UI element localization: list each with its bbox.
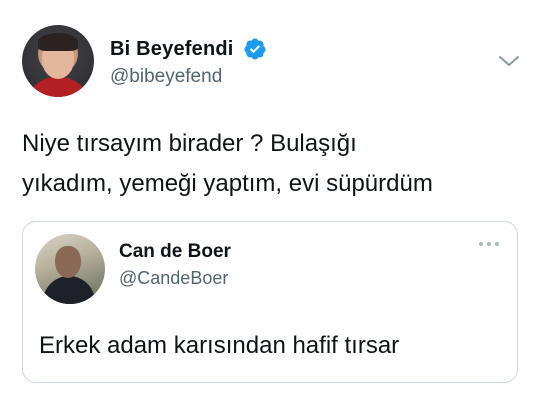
tweet: Bi Beyefendi @bibeyefend Niye tırsayım b…	[0, 0, 540, 406]
author-name[interactable]: Bi Beyefendi	[110, 38, 234, 61]
avatar-hair	[38, 33, 78, 51]
author-avatar[interactable]	[22, 25, 94, 97]
avatar-body	[43, 276, 95, 304]
avatar-jacket	[26, 77, 90, 97]
tweet-text-line: Niye tırsayım birader ? Bulaşığı	[22, 130, 357, 157]
tweet-text: Niye tırsayım birader ? Bulaşığı yıkadım…	[22, 124, 522, 204]
quoted-author-handle[interactable]: @CandeBoer	[119, 268, 228, 289]
quoted-tweet-text: Erkek adam karısından hafif tırsar	[39, 332, 400, 359]
chevron-down-icon[interactable]	[498, 54, 520, 68]
more-dots-icon[interactable]	[477, 240, 501, 248]
quoted-author-name[interactable]: Can de Boer	[119, 241, 231, 263]
avatar-head	[55, 246, 81, 278]
tweet-text-line: yıkadım, yemeği yaptım, evi süpürdüm	[22, 170, 433, 197]
verified-badge-icon	[244, 38, 266, 60]
quoted-author-avatar[interactable]	[35, 234, 105, 304]
quoted-tweet[interactable]: Can de Boer @CandeBoer Erkek adam karısı…	[22, 221, 518, 383]
author-handle[interactable]: @bibeyefend	[110, 66, 222, 88]
